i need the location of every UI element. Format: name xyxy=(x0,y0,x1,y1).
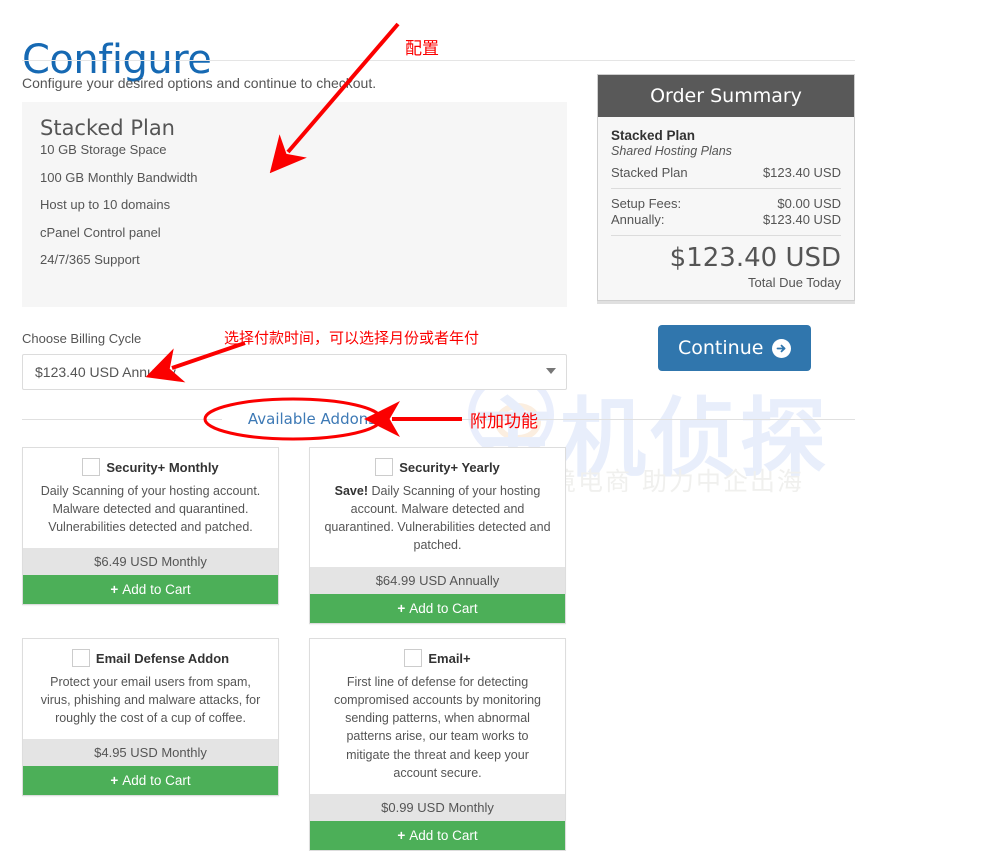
continue-button[interactable]: Continue xyxy=(658,325,812,371)
continue-button-label: Continue xyxy=(678,337,764,359)
order-summary-panel: Order Summary Stacked Plan Shared Hostin… xyxy=(597,74,855,301)
summary-line-item-value: $123.40 USD xyxy=(762,165,841,180)
order-summary-heading: Order Summary xyxy=(598,75,854,117)
divider-line-left xyxy=(22,419,222,420)
addon-card[interactable]: Email Defense Addon Protect your email u… xyxy=(22,638,279,797)
billing-cycle-value: $123.40 USD Annually xyxy=(35,364,176,380)
addon-card[interactable]: Email+ First line of defense for detecti… xyxy=(309,638,566,851)
plan-feature: 100 GB Monthly Bandwidth xyxy=(40,169,198,185)
billing-cycle-label: Choose Billing Cycle xyxy=(22,331,142,346)
plus-icon: + xyxy=(110,582,119,598)
add-to-cart-button[interactable]: + Add to Cart xyxy=(310,820,565,850)
billing-cycle-select[interactable]: $123.40 USD Annually xyxy=(22,354,567,390)
addon-title: Security+ Yearly xyxy=(399,459,500,475)
addon-title: Security+ Monthly xyxy=(106,459,219,475)
title-divider xyxy=(22,60,855,61)
page-subtitle: Configure your desired options and conti… xyxy=(22,75,377,91)
addon-checkbox[interactable] xyxy=(404,649,423,667)
add-to-cart-label: Add to Cart xyxy=(122,773,191,789)
addon-price: $64.99 USD Annually xyxy=(310,566,565,594)
addon-title: Email Defense Addon xyxy=(95,650,230,666)
available-addons-label: Available Addons xyxy=(247,410,377,428)
add-to-cart-button[interactable]: + Add to Cart xyxy=(23,766,278,796)
summary-recurring-label: Annually: xyxy=(611,212,665,227)
addon-header: Security+ Monthly xyxy=(23,448,278,480)
summary-product-name: Stacked Plan xyxy=(611,128,696,143)
addon-description: First line of defense for detecting comp… xyxy=(333,675,542,780)
addon-checkbox[interactable] xyxy=(71,649,90,667)
summary-setup-value: $0.00 USD xyxy=(777,196,841,211)
addon-header: Security+ Yearly xyxy=(310,448,565,480)
plus-icon: + xyxy=(397,600,406,616)
summary-setup-label: Setup Fees: xyxy=(611,196,682,211)
order-summary-body: Stacked Plan Shared Hosting Plans Stacke… xyxy=(598,117,854,300)
addon-checkbox[interactable] xyxy=(82,458,101,476)
addon-header: Email Defense Addon xyxy=(23,639,278,671)
addon-checkbox[interactable] xyxy=(375,458,394,476)
chevron-down-icon xyxy=(546,368,556,374)
addon-description: Protect your email users from spam, viru… xyxy=(40,675,261,726)
add-to-cart-button[interactable]: + Add to Cart xyxy=(310,593,565,623)
summary-recurring-value: $123.40 USD xyxy=(762,212,841,227)
summary-product-group: Shared Hosting Plans xyxy=(611,144,732,158)
plan-summary-box: Stacked Plan 10 GB Storage Space 100 GB … xyxy=(22,102,567,307)
summary-total-label: Total Due Today xyxy=(748,274,841,290)
plus-icon: + xyxy=(110,773,119,789)
addon-card[interactable]: Security+ Monthly Daily Scanning of your… xyxy=(22,447,279,606)
arrow-right-circle-icon xyxy=(772,338,792,358)
plan-name: Stacked Plan xyxy=(40,116,175,140)
add-to-cart-label: Add to Cart xyxy=(409,600,478,616)
summary-divider xyxy=(611,188,841,189)
summary-line-item-label: Stacked Plan xyxy=(611,165,688,180)
plan-feature: 10 GB Storage Space xyxy=(40,142,167,157)
plan-feature: 24/7/365 Support xyxy=(40,252,140,268)
addon-description: Daily Scanning of your hosting account. … xyxy=(40,484,261,535)
add-to-cart-button[interactable]: + Add to Cart xyxy=(23,575,278,605)
summary-total-amount: $123.40 USD xyxy=(669,243,841,273)
plan-feature: Host up to 10 domains xyxy=(40,197,171,213)
summary-recurring: Annually: $123.40 USD xyxy=(611,212,841,227)
addon-header: Email+ xyxy=(310,639,565,671)
summary-line-item: Stacked Plan $123.40 USD xyxy=(611,165,841,180)
annotation-label-billing: 选择付款时间，可以选择月份或者年付 xyxy=(224,329,480,347)
addon-price: $0.99 USD Monthly xyxy=(310,793,565,821)
addon-description-highlight: Save! xyxy=(334,484,368,498)
plan-feature: cPanel Control panel xyxy=(40,224,161,240)
addon-title: Email+ xyxy=(428,650,471,666)
divider-line-right xyxy=(402,419,855,420)
addon-card[interactable]: Security+ Yearly Save! Daily Scanning of… xyxy=(309,447,566,624)
plus-icon: + xyxy=(397,827,406,843)
addon-price: $6.49 USD Monthly xyxy=(23,548,278,576)
addon-description: Save! Daily Scanning of your hosting acc… xyxy=(310,480,565,567)
summary-setup-fees: Setup Fees: $0.00 USD xyxy=(611,196,841,211)
summary-divider xyxy=(611,235,841,236)
add-to-cart-label: Add to Cart xyxy=(409,827,478,843)
annotation-label-configure: 配置 xyxy=(405,39,439,59)
addon-price: $4.95 USD Monthly xyxy=(23,739,278,767)
available-addons-divider: Available Addons xyxy=(22,408,855,430)
add-to-cart-label: Add to Cart xyxy=(122,582,191,598)
